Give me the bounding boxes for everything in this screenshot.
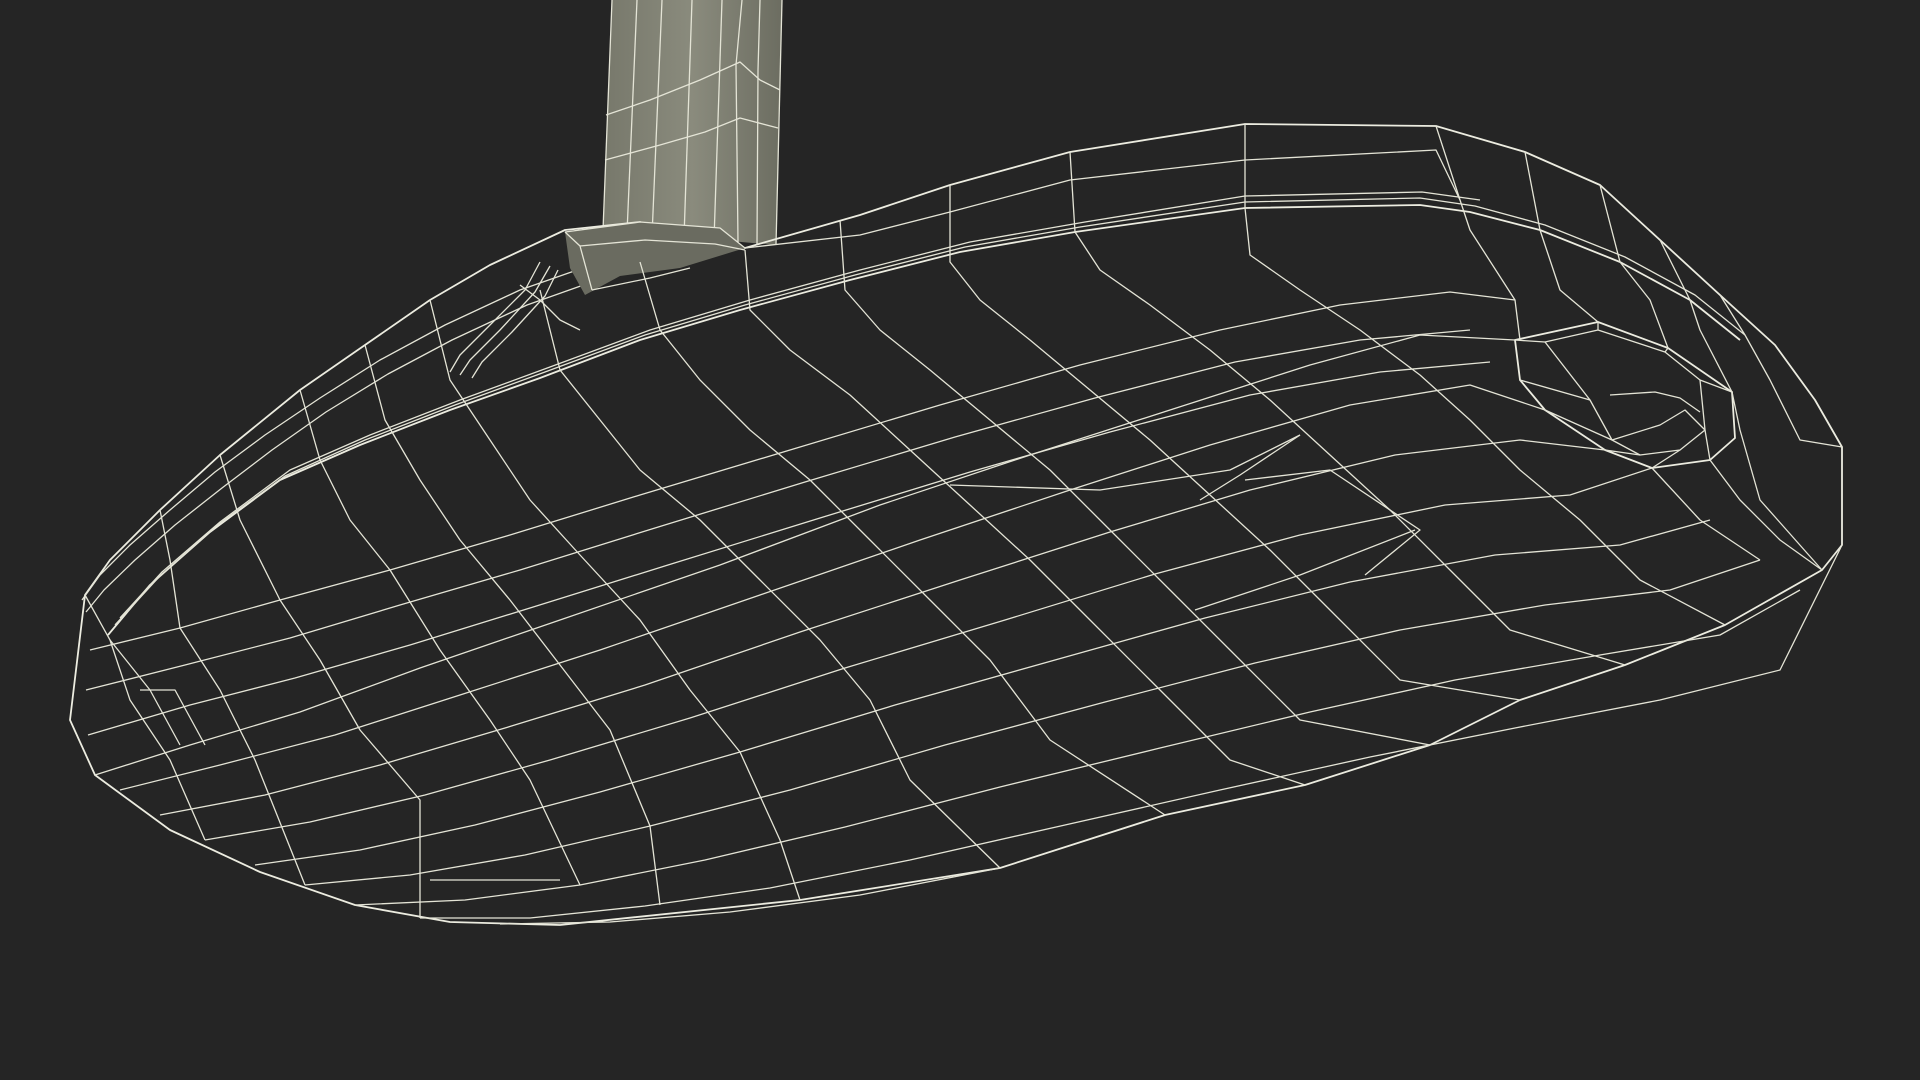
putter-head-wireframe-icon [69, 0, 1843, 926]
surface-grid-lateral [85, 291, 1843, 925]
shaft [602, 0, 783, 246]
mesh-triangulation [109, 434, 1421, 881]
viewport-canvas [0, 0, 1920, 1080]
putter-head-body [69, 123, 1843, 926]
